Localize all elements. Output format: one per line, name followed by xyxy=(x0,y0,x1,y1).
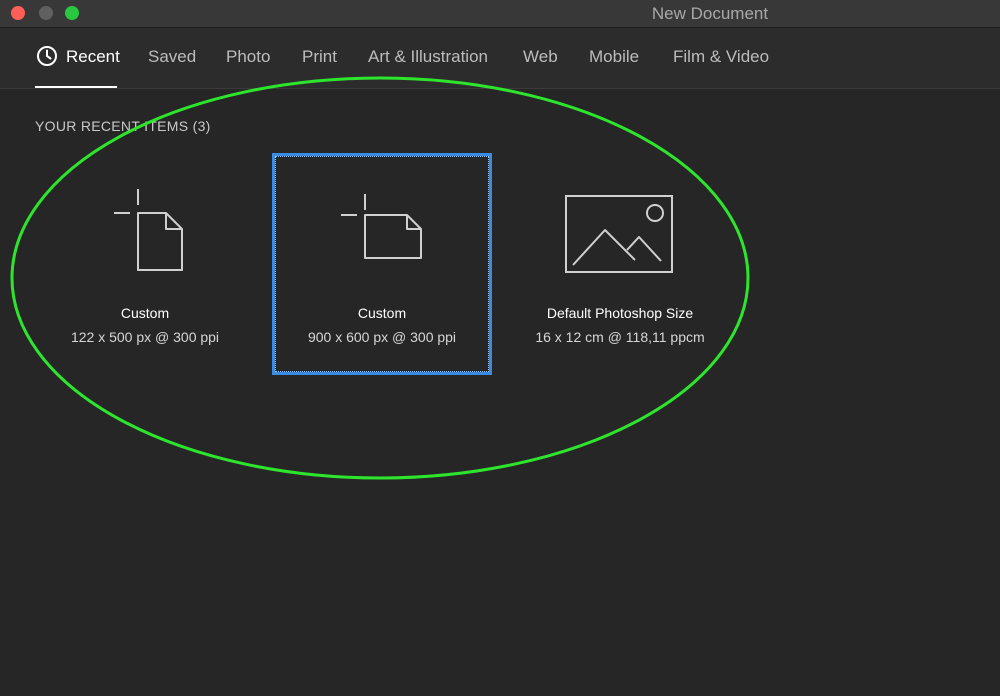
recent-item-custom-landscape[interactable]: Custom 900 x 600 px @ 300 ppi xyxy=(272,153,492,375)
recent-items-header: YOUR RECENT ITEMS (3) xyxy=(35,118,211,134)
clock-icon xyxy=(37,46,57,66)
tab-print[interactable]: Print xyxy=(302,47,337,67)
item-title: Custom xyxy=(120,305,170,321)
tab-film-video[interactable]: Film & Video xyxy=(673,47,769,67)
item-dimensions: 900 x 600 px @ 300 ppi xyxy=(307,329,457,345)
preset-tab-bar: Recent Saved Photo Print Art & Illustrat… xyxy=(0,28,1000,89)
active-tab-indicator xyxy=(35,86,117,88)
minimize-window-button[interactable] xyxy=(39,6,53,20)
window-title: New Document xyxy=(651,4,769,23)
tab-recent[interactable]: Recent xyxy=(66,47,120,67)
tab-saved[interactable]: Saved xyxy=(148,47,196,67)
portrait-document-icon xyxy=(114,189,183,271)
item-dimensions: 16 x 12 cm @ 118,11 ppcm xyxy=(535,329,705,345)
maximize-window-button[interactable] xyxy=(65,6,79,20)
tab-web[interactable]: Web xyxy=(523,47,558,67)
item-dimensions: 122 x 500 px @ 300 ppi xyxy=(70,329,220,345)
item-title: Custom xyxy=(357,305,407,321)
recent-item-default-photoshop-size[interactable]: Default Photoshop Size 16 x 12 cm @ 118,… xyxy=(510,153,730,375)
tab-art-illustration[interactable]: Art & Illustration xyxy=(368,47,488,67)
title-bar: New Document xyxy=(0,0,1000,28)
landscape-document-icon xyxy=(341,194,422,259)
item-title: Default Photoshop Size xyxy=(546,305,694,321)
image-placeholder-icon xyxy=(565,195,673,273)
new-document-window: New Document Recent Saved Photo Print Ar… xyxy=(0,0,1000,696)
close-window-button[interactable] xyxy=(11,6,25,20)
tab-mobile[interactable]: Mobile xyxy=(589,47,639,67)
tab-photo[interactable]: Photo xyxy=(226,47,270,67)
recent-item-custom-portrait[interactable]: Custom 122 x 500 px @ 300 ppi xyxy=(35,153,255,375)
